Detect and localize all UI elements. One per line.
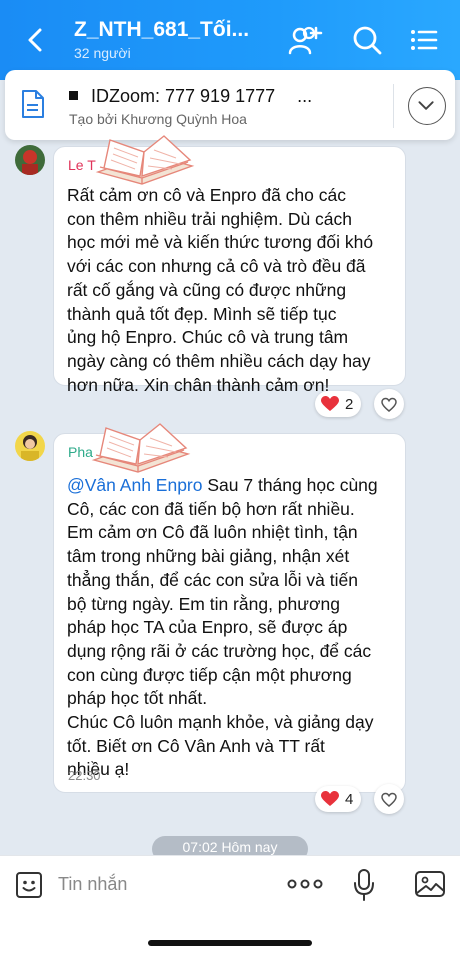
image-icon[interactable] [414, 869, 446, 899]
reaction-count[interactable]: 4 [315, 786, 362, 812]
chat-title[interactable]: Z_NTH_681_Tối... [74, 18, 249, 42]
avatar[interactable] [15, 145, 45, 175]
reaction-count[interactable]: 2 [315, 391, 362, 417]
book-sticker-icon [91, 423, 191, 473]
square-bullet-icon [69, 90, 78, 100]
pinned-message[interactable]: IDZoom: 777 919 1777... Tạo bởi Khương Q… [5, 70, 455, 140]
back-arrow-icon[interactable] [22, 26, 50, 54]
message-input[interactable]: Tin nhắn [58, 874, 127, 895]
message-composer: Tin nhắn [0, 855, 460, 955]
heart-icon [321, 396, 339, 411]
add-member-icon[interactable] [287, 22, 323, 58]
chevron-down-icon[interactable] [408, 87, 446, 125]
like-heart-icon[interactable] [374, 389, 404, 419]
menu-list-icon[interactable] [405, 22, 441, 58]
like-heart-icon[interactable] [374, 784, 404, 814]
emoji-icon[interactable] [14, 870, 44, 900]
member-count: 32 người [74, 45, 131, 61]
more-icon[interactable] [287, 876, 323, 892]
avatar[interactable] [15, 431, 45, 461]
message-text: @Vân Anh Enpro Sau 7 tháng học cùng Cô, … [67, 475, 378, 780]
pinned-creator: Tạo bởi Khương Quỳnh Hoa [69, 111, 247, 127]
pinned-text: IDZoom: 777 919 1777... [69, 86, 312, 107]
message-time: 22:30 [68, 768, 101, 783]
home-indicator [148, 940, 312, 946]
microphone-icon[interactable] [352, 868, 376, 902]
heart-icon [321, 791, 339, 806]
message-bubble[interactable]: Pha @Vân Anh Enpro Sau 7 tháng học cùng … [53, 433, 406, 793]
search-icon[interactable] [349, 22, 385, 58]
message-text: Rất cảm ơn cô và Enpro đã cho các con th… [67, 185, 374, 395]
divider [393, 84, 394, 128]
book-sticker-icon [95, 135, 195, 185]
document-icon [22, 90, 44, 118]
chat-header: Z_NTH_681_Tối... 32 người [0, 0, 460, 80]
